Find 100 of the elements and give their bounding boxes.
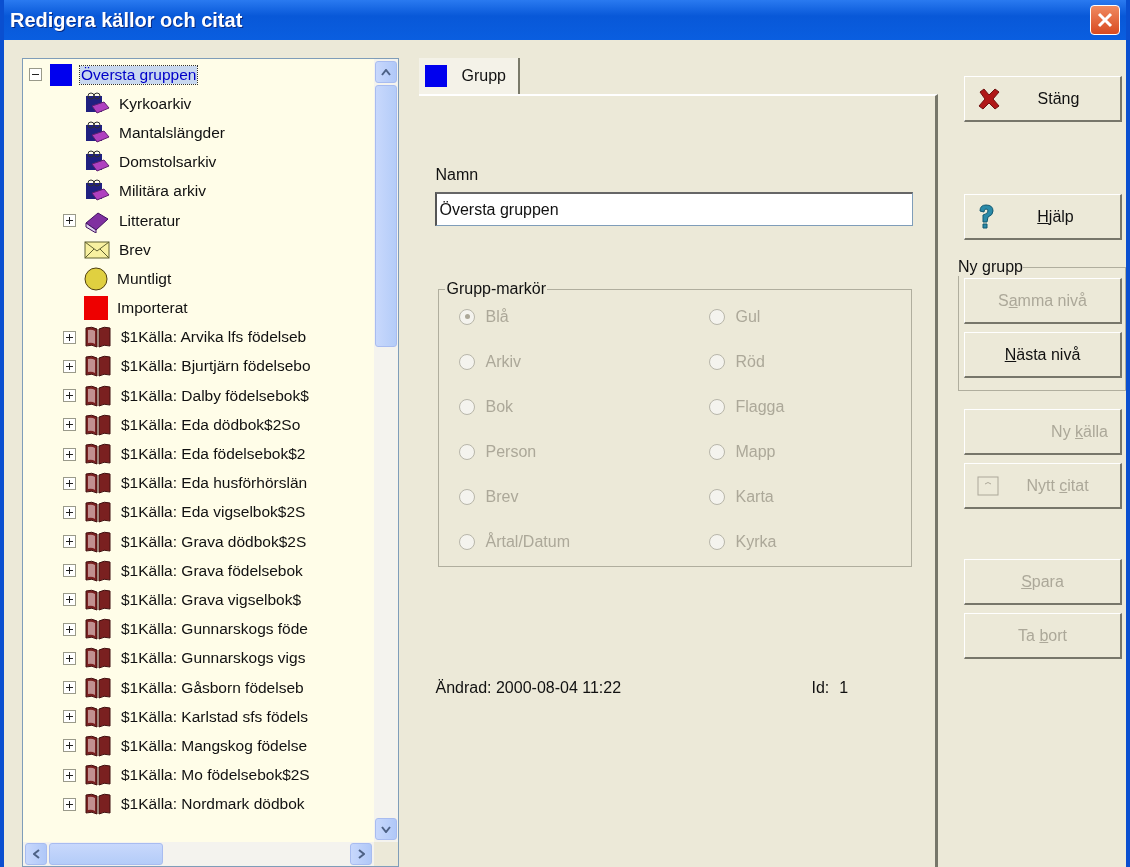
open-book-icon [84, 792, 112, 817]
id-label: Id: [811, 679, 830, 697]
radio-label: Gul [735, 307, 761, 326]
id-value: 1 [839, 679, 849, 697]
scroll-right-button[interactable] [350, 843, 373, 865]
tree-item[interactable]: $1Källa: Dalby födelsebok$ [120, 386, 310, 405]
tree-item[interactable]: $1Källa: Grava födelsebok [120, 561, 304, 580]
expand-toggle[interactable] [63, 214, 76, 228]
caret-up-icon [381, 68, 392, 76]
tree-item[interactable]: $1Källa: Mangskog födelse [120, 736, 309, 755]
tree-item[interactable]: $1Källa: Eda födelsebok$2 [120, 445, 307, 464]
tree-item[interactable]: $1Källa: Bjurtjärn födelsebo [120, 357, 312, 376]
tree-item[interactable]: Domstolsarkiv [118, 153, 218, 172]
radio-label: Person [485, 442, 537, 461]
open-book-icon [84, 442, 112, 467]
radio-label: Arkiv [485, 352, 522, 371]
tree-item[interactable]: $1Källa: Gåsborn födelseb [120, 678, 305, 697]
group-title: Ny grupp [958, 258, 1023, 276]
caret-down-icon [381, 825, 392, 833]
tree-item[interactable]: $1Källa: Gunnarskogs föde [120, 620, 309, 639]
tree-item[interactable]: $1Källa: Mo födelsebok$2S [120, 766, 311, 785]
tree-item[interactable]: Översta gruppen [80, 65, 198, 84]
tree-item[interactable]: $1Källa: Eda husförhörslän [120, 474, 309, 493]
expand-toggle[interactable] [63, 710, 76, 724]
tab[interactable]: Grupp [419, 58, 520, 94]
scroll-down-button[interactable] [375, 818, 398, 840]
action-button[interactable]: Nästa nivå [964, 332, 1122, 378]
expand-toggle[interactable] [63, 739, 76, 753]
expand-toggle[interactable] [63, 389, 76, 403]
close-button[interactable] [1090, 5, 1120, 35]
tree-item[interactable]: Militära arkiv [118, 182, 207, 201]
scroll-up-button[interactable] [375, 61, 398, 83]
open-book-icon [84, 412, 112, 437]
archive-icon [84, 120, 110, 145]
expand-toggle[interactable] [63, 447, 76, 461]
archive-icon [84, 91, 110, 116]
radio-label: Bok [485, 397, 514, 416]
quote-icon [977, 475, 999, 496]
tree-item[interactable]: Muntligt [116, 269, 173, 288]
tree-item[interactable]: $1Källa: Karlstad sfs födels [120, 707, 309, 726]
expand-toggle[interactable] [63, 476, 76, 490]
expand-toggle[interactable] [63, 330, 76, 344]
expand-toggle[interactable] [63, 651, 76, 665]
radio-label: Karta [735, 487, 774, 506]
caret-right-icon [358, 849, 365, 859]
help-icon [977, 202, 995, 231]
square-icon [425, 65, 448, 87]
group-title: Grupp-markör [445, 280, 548, 298]
square-icon [84, 296, 108, 321]
expand-toggle[interactable] [63, 593, 76, 607]
window-title: Redigera källor och citat [10, 8, 243, 32]
open-book-icon [84, 558, 112, 583]
person-icon [84, 266, 108, 291]
radio-label: Brev [485, 487, 519, 506]
tree-item[interactable]: Mantalslängder [118, 123, 226, 142]
open-book-icon [84, 500, 112, 525]
scroll-left-button[interactable] [25, 843, 47, 865]
open-book-icon [84, 325, 112, 350]
tree-item[interactable]: $1Källa: Gunnarskogs vigs [120, 649, 307, 668]
open-book-icon [84, 354, 112, 379]
open-book-icon [84, 617, 112, 642]
tree-item[interactable]: Importerat [116, 299, 189, 318]
tree-item[interactable]: $1Källa: Eda vigselbok$2S [120, 503, 307, 522]
close-icon [1097, 12, 1113, 28]
tree-item[interactable]: $1Källa: Grava vigselbok$ [120, 590, 303, 609]
tree-item[interactable]: $1Källa: Arvika lfs födelseb [120, 328, 308, 347]
changed-date: Ändrad: 2000-08-04 11:22 [435, 679, 623, 697]
scroll-thumb[interactable] [375, 85, 398, 347]
scroll-thumb[interactable] [49, 843, 163, 865]
field-label: Namn [435, 166, 480, 184]
tree-item[interactable]: Brev [118, 240, 152, 259]
tree-item[interactable]: Litteratur [118, 211, 182, 230]
tree-item[interactable]: $1Källa: Eda dödbok$2So [120, 415, 302, 434]
close-button[interactable]: Stäng [964, 76, 1122, 122]
open-book-icon [84, 733, 112, 758]
help-button[interactable]: Hjälp [964, 194, 1122, 240]
expand-toggle[interactable] [63, 564, 76, 578]
tree-item[interactable]: Kyrkoarkiv [118, 94, 193, 113]
tree-item[interactable]: $1Källa: Grava dödbok$2S [120, 532, 308, 551]
radio-label: Blå [485, 307, 509, 326]
expand-toggle[interactable] [63, 681, 76, 695]
open-book-icon [84, 529, 112, 554]
caret-left-icon [32, 849, 40, 859]
radio-label: Årtal/Datum [485, 532, 570, 551]
expand-toggle[interactable] [63, 768, 76, 782]
expand-toggle[interactable] [63, 535, 76, 549]
expand-toggle[interactable] [63, 359, 76, 373]
open-book-icon [84, 383, 112, 408]
open-book-icon [84, 675, 112, 700]
expand-toggle[interactable] [63, 797, 76, 811]
open-book-icon [84, 646, 112, 671]
expand-toggle[interactable] [63, 418, 76, 432]
collapse-toggle[interactable] [29, 68, 42, 82]
name-field[interactable]: Översta gruppen [435, 192, 914, 226]
expand-toggle[interactable] [63, 505, 76, 519]
expand-toggle[interactable] [63, 622, 76, 636]
radio-label: Mapp [735, 442, 776, 461]
radio-label: Flagga [735, 397, 785, 416]
close-icon [977, 86, 1001, 111]
tree-item[interactable]: $1Källa: Nordmark dödbok [120, 795, 306, 814]
